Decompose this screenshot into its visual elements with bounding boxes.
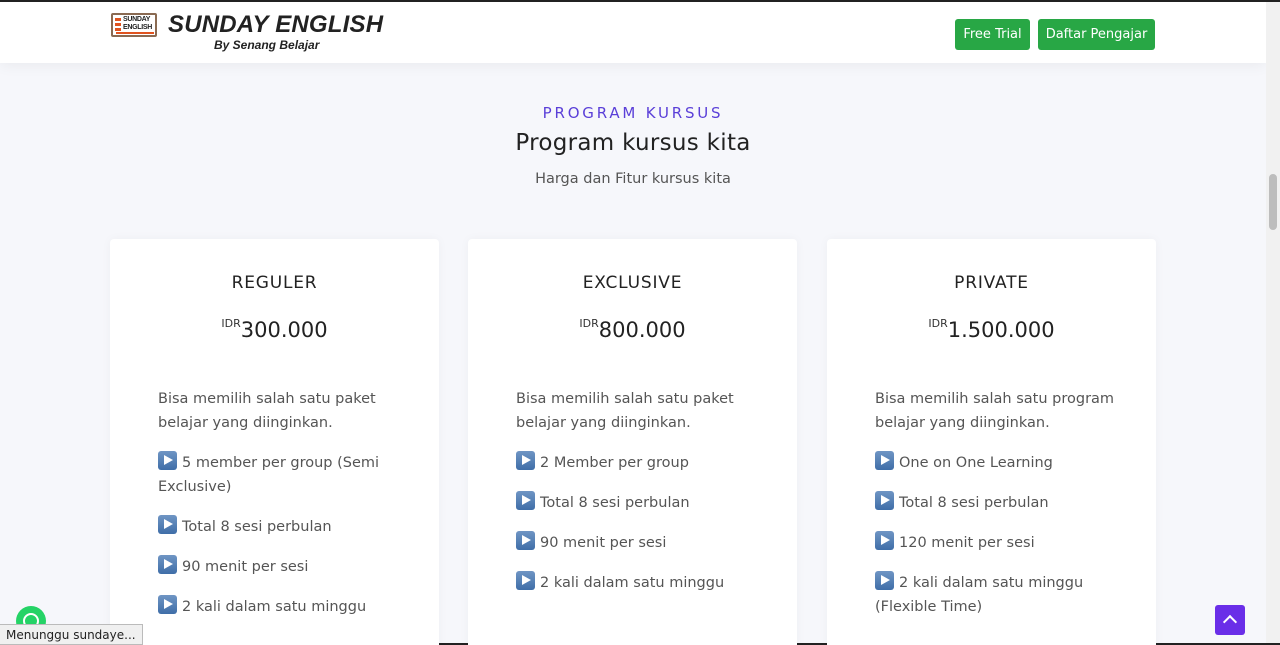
play-button-icon: [158, 515, 177, 534]
plan-name: PRIVATE: [954, 273, 1029, 293]
logo-text: SUNDAY ENGLISH By Senang Belajar: [168, 12, 383, 56]
feature-item: 2 kali dalam satu minggu (Flexible Time): [875, 571, 1126, 619]
play-button-icon: [158, 595, 177, 614]
feature-text: 120 menit per sesi: [899, 535, 1035, 551]
play-button-icon: [516, 491, 535, 510]
daftar-pengajar-button[interactable]: Daftar Pengajar: [1038, 19, 1155, 50]
play-button-icon: [875, 571, 894, 590]
feature-text: Total 8 sesi perbulan: [540, 495, 690, 511]
feature-item: 2 kali dalam satu minggu: [158, 595, 409, 619]
price-currency: IDR: [928, 317, 948, 330]
feature-text: One on One Learning: [899, 455, 1053, 471]
back-to-top-button[interactable]: [1215, 605, 1245, 635]
play-button-icon: [516, 531, 535, 550]
feature-item: One on One Learning: [875, 451, 1126, 475]
feature-list: Bisa memilih salah satu paket belajar ya…: [516, 387, 767, 611]
pricing-card-exclusive: EXCLUSIVE IDR800.000 Bisa memilih salah …: [468, 239, 797, 645]
play-button-icon: [875, 491, 894, 510]
plan-name: REGULER: [231, 273, 318, 293]
feature-item: Total 8 sesi perbulan: [158, 515, 409, 539]
plan-price: IDR300.000: [110, 317, 439, 342]
feature-item: 120 menit per sesi: [875, 531, 1126, 555]
feature-text: 90 menit per sesi: [540, 535, 667, 551]
feature-item: 2 kali dalam satu minggu: [516, 571, 767, 595]
feature-item: 2 Member per group: [516, 451, 767, 475]
feature-text: 2 kali dalam satu minggu: [182, 599, 367, 615]
feature-list: Bisa memilih salah satu program belajar …: [875, 387, 1126, 635]
feature-item: 90 menit per sesi: [158, 555, 409, 579]
section-eyebrow: PROGRAM KURSUS: [542, 104, 724, 122]
section-subtitle: Harga dan Fitur kursus kita: [535, 171, 731, 187]
logo-subtitle: By Senang Belajar: [214, 38, 320, 52]
play-button-icon: [158, 451, 177, 470]
price-amount: 800.000: [598, 318, 686, 342]
feature-text: 2 kali dalam satu minggu (Flexible Time): [875, 575, 1084, 615]
play-button-icon: [875, 531, 894, 550]
page-scrollbar[interactable]: [1266, 2, 1280, 643]
price-amount: 1.500.000: [947, 318, 1055, 342]
browser-status-bar: Menunggu sundaye...: [0, 624, 143, 645]
site-logo[interactable]: SUNDAY ENGLISH SUNDAY ENGLISH By Senang …: [111, 12, 383, 56]
plan-price: IDR800.000: [468, 317, 797, 342]
plan-name: EXCLUSIVE: [582, 273, 683, 293]
feature-item: Total 8 sesi perbulan: [516, 491, 767, 515]
play-button-icon: [875, 451, 894, 470]
feature-text: Total 8 sesi perbulan: [182, 519, 332, 535]
price-amount: 300.000: [240, 318, 328, 342]
feature-item: 5 member per group (Semi Exclusive): [158, 451, 409, 499]
logo-badge-line2: ENGLISH: [123, 24, 153, 31]
pricing-card-reguler: REGULER IDR300.000 Bisa memilih salah sa…: [110, 239, 439, 645]
feature-text: Total 8 sesi perbulan: [899, 495, 1049, 511]
logo-badge-line1: SUNDAY: [123, 16, 151, 23]
feature-text: 2 kali dalam satu minggu: [540, 575, 725, 591]
logo-title: SUNDAY ENGLISH: [168, 11, 384, 38]
plan-description: Bisa memilih salah satu program belajar …: [875, 391, 1115, 431]
plan-price: IDR1.500.000: [827, 317, 1156, 342]
feature-list: Bisa memilih salah satu paket belajar ya…: [158, 387, 409, 635]
plan-description: Bisa memilih salah satu paket belajar ya…: [158, 391, 376, 431]
play-button-icon: [516, 571, 535, 590]
price-currency: IDR: [579, 317, 599, 330]
play-button-icon: [516, 451, 535, 470]
price-currency: IDR: [221, 317, 241, 330]
free-trial-button[interactable]: Free Trial: [955, 19, 1030, 50]
scrollbar-thumb[interactable]: [1269, 174, 1277, 230]
section-title: Program kursus kita: [515, 130, 751, 156]
feature-text: 90 menit per sesi: [182, 559, 309, 575]
logo-badge-icon: SUNDAY ENGLISH: [111, 13, 157, 37]
play-button-icon: [158, 555, 177, 574]
feature-text: 2 Member per group: [540, 455, 689, 471]
pricing-card-private: PRIVATE IDR1.500.000 Bisa memilih salah …: [827, 239, 1156, 645]
plan-description: Bisa memilih salah satu paket belajar ya…: [516, 391, 734, 431]
feature-text: 5 member per group (Semi Exclusive): [158, 455, 380, 495]
feature-item: Total 8 sesi perbulan: [875, 491, 1126, 515]
feature-item: 90 menit per sesi: [516, 531, 767, 555]
site-header: SUNDAY ENGLISH SUNDAY ENGLISH By Senang …: [0, 2, 1266, 63]
